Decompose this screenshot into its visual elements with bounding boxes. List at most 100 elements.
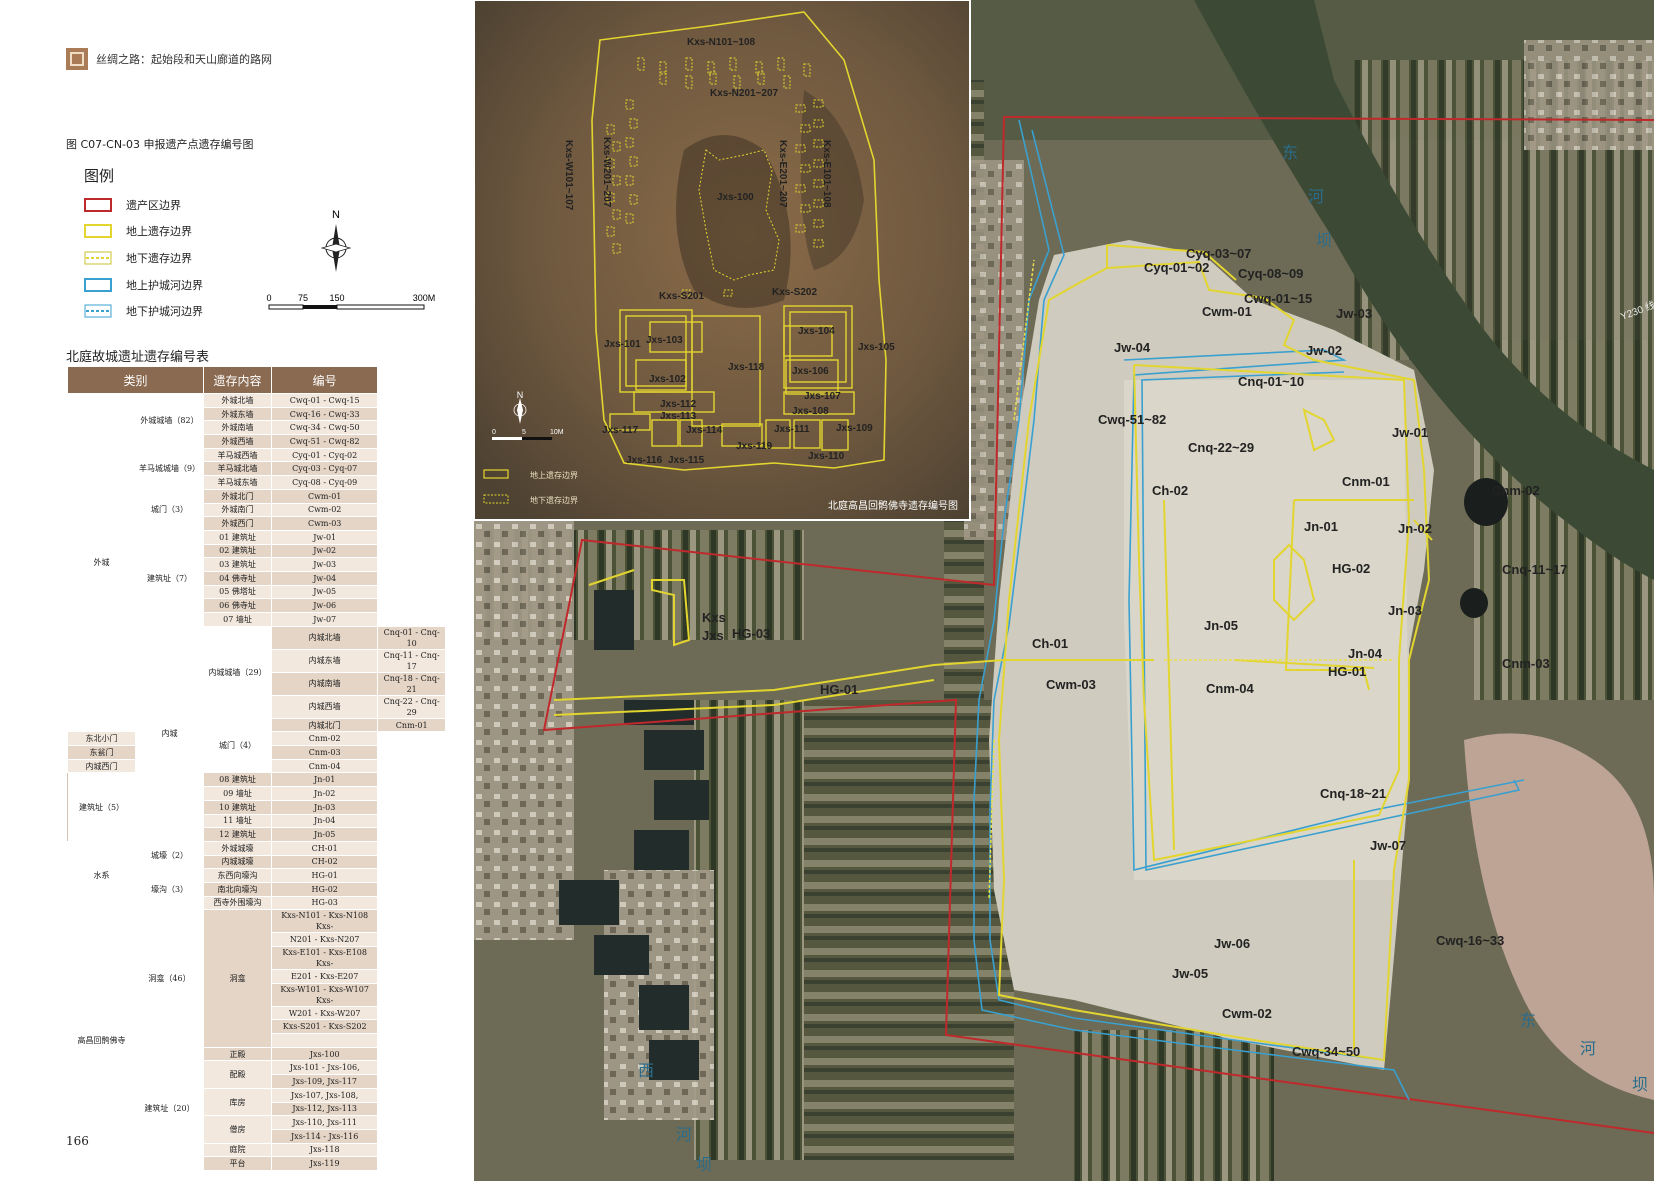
scale-tick-0: 0 <box>266 293 271 303</box>
river-char: 河 <box>676 1125 692 1144</box>
site-label: Cyq-01~02 <box>1144 260 1209 275</box>
number-cell: CH-02 <box>270 854 379 870</box>
number-cell: Jxs-119 <box>270 1156 379 1171</box>
site-label: Jxs <box>702 628 724 643</box>
subcategory-cell: 外城城墙（82） <box>135 393 204 449</box>
number-cell: Jn-01 <box>270 772 379 788</box>
page-number: 166 <box>66 1134 89 1148</box>
content-cell: 外城北墙 <box>203 393 272 408</box>
number-cell: Cnq-22 - Cnq-29 <box>377 694 446 719</box>
river-char: 河 <box>1580 1039 1596 1058</box>
site-label: Jn-02 <box>1398 521 1432 536</box>
number-cell: Cnm-02 <box>270 731 379 747</box>
inset-site-label: Jxs-108 <box>792 406 829 417</box>
content-cell: 外城南墙 <box>203 420 272 436</box>
content-cell: 羊马城西墙 <box>203 447 272 463</box>
site-label: HG-02 <box>1332 561 1370 576</box>
north-arrow-icon: N <box>320 209 352 272</box>
column-header-content: 遗存内容 <box>203 366 272 394</box>
number-cell: Jn-02 <box>270 786 379 801</box>
number-cell: Cwm-01 <box>270 488 379 504</box>
site-label: HG-01 <box>1328 664 1366 679</box>
site-label: Cyq-08~09 <box>1238 266 1303 281</box>
column-header-number: 编号 <box>270 366 379 394</box>
site-label: Jw-02 <box>1306 343 1342 358</box>
content-cell: 内城东墙 <box>270 648 379 673</box>
site-label: Jw-05 <box>1172 966 1208 981</box>
content-cell: 内城西门 <box>67 758 136 774</box>
number-cell: Jw-03 <box>270 557 379 572</box>
inset-site-label: Jxs-115 <box>668 455 705 466</box>
scale-bar: 0 75 150 300M <box>266 293 435 310</box>
river-char: 东 <box>1282 143 1298 162</box>
number-cell: Jw-04 <box>270 570 379 586</box>
content-cell: 平台 <box>203 1156 272 1171</box>
number-cell: Jw-05 <box>270 584 379 600</box>
table-row: 高昌回鹘佛寺 洞龛（46） 洞龛 Kxs-N101 - Kxs-N108 Kxs- <box>67 909 446 1171</box>
river-char: 坝 <box>1316 231 1332 250</box>
site-label: Cwq-51~82 <box>1098 412 1166 427</box>
number-cell: Jxs-110, Jxs-111 <box>270 1115 379 1130</box>
content-cell: 南北向壕沟 <box>203 881 272 897</box>
site-label: Ch-02 <box>1152 483 1188 498</box>
inset-scale-0: 0 <box>492 429 496 436</box>
legend-item-below-ground: 地下遗存边界 <box>84 250 192 266</box>
number-cell: Jn-05 <box>270 827 379 842</box>
yellow-dashed-swatch-icon <box>84 251 112 265</box>
content-cell: 西寺外围壕沟 <box>203 895 272 911</box>
number-cell: Cnq-11 - Cnq-17 <box>377 648 446 673</box>
content-cell: 外城西门 <box>203 516 272 531</box>
number-cell: Cyq-01 - Cyq-02 <box>270 447 379 463</box>
content-cell: 洞龛 <box>203 909 272 1048</box>
river-char: 东 <box>1520 1011 1536 1030</box>
table-header-row: 类别 遗存内容 编号 <box>67 366 446 394</box>
inset-site-label: Jxs-102 <box>649 374 686 385</box>
number-cell: Jw-01 <box>270 529 379 545</box>
column-header-category: 类别 <box>67 366 204 394</box>
number-cell: Cnq-18 - Cnq-21 <box>377 671 446 696</box>
legend-label: 地上遗存边界 <box>126 225 192 238</box>
content-cell: 外城南门 <box>203 502 272 518</box>
subcategory-cell: 城门（4） <box>203 717 272 774</box>
figure-title: 图 C07-CN-03 申报遗产点遗存编号图 <box>66 138 254 151</box>
number-cell <box>270 1033 379 1048</box>
inset-site-label: Jxs-106 <box>792 366 829 377</box>
category-cell: 内城 <box>135 625 204 842</box>
content-cell: 庭院 <box>203 1142 272 1158</box>
content-cell: 配殿 <box>203 1060 272 1089</box>
content-cell: 内城北墙 <box>270 625 379 650</box>
site-label: Jn-03 <box>1388 603 1422 618</box>
number-cell: Jxs-101 - Jxs-106, <box>270 1060 379 1076</box>
content-cell: 10 建筑址 <box>203 799 272 815</box>
number-cell: HG-03 <box>270 895 379 911</box>
legend-label: 地下护城河边界 <box>126 305 203 318</box>
river-char: 坝 <box>696 1155 712 1174</box>
number-cell: Jn-03 <box>270 799 379 815</box>
content-cell: 02 建筑址 <box>203 543 272 559</box>
number-cell: Jxs-114 - Jxs-116 <box>270 1128 379 1144</box>
legend-item-moat-above: 地上护城河边界 <box>84 277 203 293</box>
content-cell: 内城城壕 <box>203 854 272 870</box>
content-cell: 内城南墙 <box>270 671 379 696</box>
page-header: 丝绸之路：起始段和天山廊道的路网 <box>66 48 272 70</box>
site-label: Jw-03 <box>1336 306 1372 321</box>
content-cell: 08 建筑址 <box>203 772 272 788</box>
legend-label: 遗产区边界 <box>126 199 181 212</box>
legend-label: 地下遗存边界 <box>126 252 192 265</box>
book-logo-icon <box>66 48 88 70</box>
inset-site-label: Kxs-E201~207 <box>777 140 788 208</box>
content-cell: 外城城壕 <box>203 840 272 856</box>
left-page: 丝绸之路：起始段和天山廊道的路网 图 C07-CN-03 申报遗产点遗存编号图 … <box>0 0 474 1181</box>
site-label: HG-03 <box>732 626 770 641</box>
inset-site-label: Jxs-101 <box>604 339 641 350</box>
legend-item-heritage-boundary: 遗产区边界 <box>84 197 181 213</box>
inset-site-label: Jxs-117 <box>602 425 639 436</box>
number-cell: Jxs-109, Jxs-117 <box>270 1074 379 1089</box>
number-cell: Cyq-08 - Cyq-09 <box>270 475 379 490</box>
subcategory-cell: 建筑址（7） <box>135 529 204 627</box>
subcategory-cell: 城门（3） <box>135 488 204 531</box>
site-label: Cnm-01 <box>1342 474 1390 489</box>
relic-number-table: 类别 遗存内容 编号 外城 外城城墙（82） 外城北墙 Cwq-01 - Cwq-15… <box>67 366 446 1171</box>
yellow-solid-swatch-icon <box>84 224 112 238</box>
site-label: Cnq-01~10 <box>1238 374 1304 389</box>
